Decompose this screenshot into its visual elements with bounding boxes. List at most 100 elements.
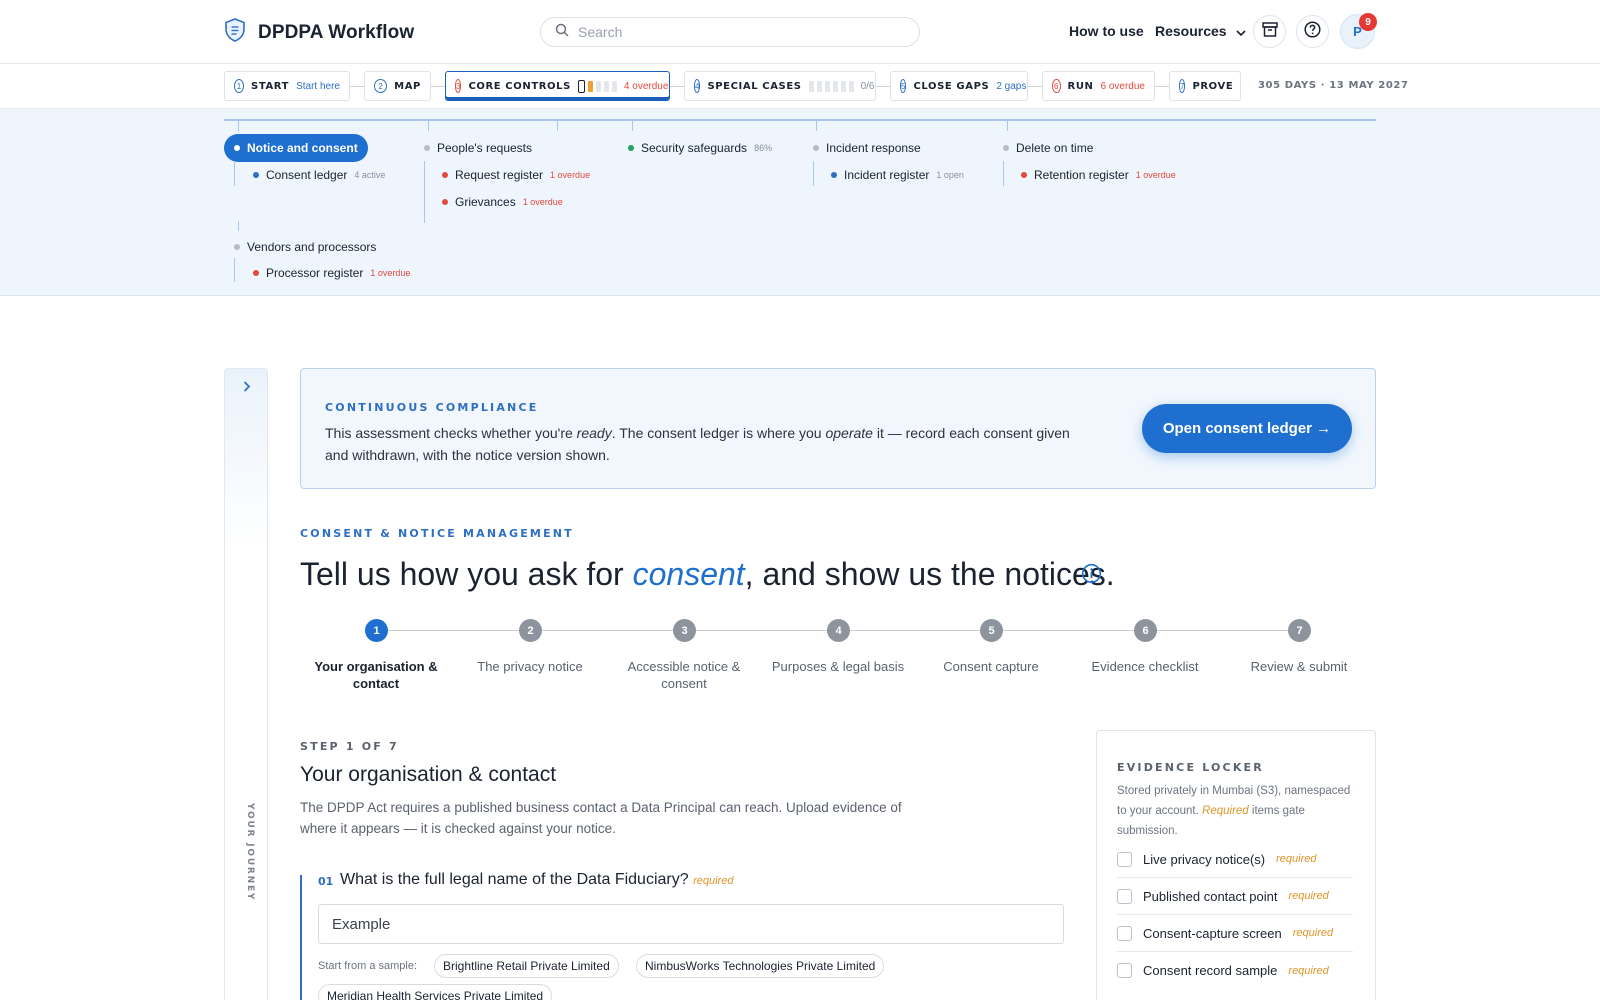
step-1-label[interactable]: Your organisation & contact xyxy=(306,658,446,692)
step-2-label[interactable]: The privacy notice xyxy=(460,658,600,675)
stage-prove[interactable]: 7 PROVE xyxy=(1169,71,1241,101)
stage-special-cases[interactable]: 4 SPECIAL CASES 0/6 xyxy=(684,71,876,101)
evidence-checkbox[interactable] xyxy=(1117,888,1132,904)
stage-name: START xyxy=(251,80,290,92)
step-6-label[interactable]: Evidence checklist xyxy=(1075,658,1215,675)
evidence-label: Published contact point xyxy=(1143,888,1278,904)
app-title: DPDPA Workflow xyxy=(258,21,415,43)
locker-description: Stored privately in Mumbai (S3), namespa… xyxy=(1117,781,1362,841)
stage-status: 2 gaps xyxy=(996,80,1027,92)
step-4-dot[interactable]: 4 xyxy=(827,619,850,642)
question-text: What is the full legal name of the Data … xyxy=(340,871,689,888)
step-eyebrow: STEP 1 OF 7 xyxy=(300,740,399,753)
locker-eyebrow: EVIDENCE LOCKER xyxy=(1117,761,1264,774)
search-input[interactable] xyxy=(578,24,898,40)
node-dot xyxy=(234,244,240,250)
callout-text: This assessment checks whether you're re… xyxy=(325,422,1085,466)
help-button[interactable] xyxy=(1296,15,1329,48)
stage-name: MAP xyxy=(394,80,421,92)
sample-chip[interactable]: Brightline Retail Private Limited xyxy=(434,954,619,978)
evidence-label: Consent record sample xyxy=(1143,963,1278,978)
journey-sidebar xyxy=(224,368,268,1000)
step-connector xyxy=(850,630,980,631)
step-6-dot[interactable]: 6 xyxy=(1134,619,1157,642)
step-7-dot[interactable]: 7 xyxy=(1288,619,1311,642)
stage-connector xyxy=(431,86,445,87)
journey-node-security[interactable]: Security safeguards 86% xyxy=(628,141,772,155)
node-label: People's requests xyxy=(437,141,533,155)
stage-close-gaps[interactable]: 5 CLOSE GAPS 2 gaps xyxy=(890,71,1028,101)
page-title: Tell us how you ask for consent, and sho… xyxy=(300,556,1115,593)
sub-note: 1 overdue xyxy=(550,170,591,180)
evidence-item[interactable]: Published contact point required xyxy=(1117,878,1353,915)
step-3-dot[interactable]: 3 xyxy=(673,619,696,642)
stage-connector xyxy=(876,86,890,87)
journey-sub-grievances[interactable]: Grievances 1 overdue xyxy=(442,195,563,209)
archive-button[interactable] xyxy=(1253,15,1286,48)
stage-connector xyxy=(1155,86,1169,87)
evidence-item[interactable]: Consent record sample required xyxy=(1117,952,1353,989)
sidebar-label: YOUR JOURNEY xyxy=(245,803,255,902)
evidence-item[interactable]: Live privacy notice(s) required xyxy=(1117,841,1353,878)
stage-core-controls[interactable]: 3 CORE CONTROLS 4 overdue xyxy=(445,71,670,101)
step-3-label[interactable]: Accessible notice & consent xyxy=(614,658,754,692)
legal-name-input[interactable] xyxy=(318,904,1064,944)
journey-sub-consent-ledger[interactable]: Consent ledger 4 active xyxy=(253,168,385,182)
journey-node-vendors[interactable]: Vendors and processors xyxy=(234,240,376,254)
callout-text-part: . The consent ledger is where you xyxy=(611,425,826,441)
node-dot xyxy=(813,145,819,151)
node-dot xyxy=(424,145,430,151)
step-2-dot[interactable]: 2 xyxy=(519,619,542,642)
journey-node-delete-on-time[interactable]: Delete on time xyxy=(1003,141,1093,155)
journey-tick xyxy=(816,119,817,131)
sub-label: Retention register xyxy=(1034,168,1129,182)
evidence-label: Consent-capture screen xyxy=(1143,925,1282,941)
sub-label: Processor register xyxy=(266,266,364,280)
evidence-item[interactable]: Consent-capture screen required xyxy=(1117,915,1353,952)
step-connector xyxy=(1003,630,1134,631)
step-4-label[interactable]: Purposes & legal basis xyxy=(768,658,908,675)
stage-number: 5 xyxy=(900,79,907,93)
required-tag: required xyxy=(1288,890,1329,902)
step-5-dot[interactable]: 5 xyxy=(980,619,1003,642)
sidebar-expand-button[interactable] xyxy=(238,379,256,397)
sub-label: Incident register xyxy=(844,168,930,182)
journey-node-notice-consent[interactable]: Notice and consent xyxy=(224,134,368,162)
stage-start[interactable]: 1 START Start here xyxy=(224,71,350,101)
evidence-checkbox[interactable] xyxy=(1117,963,1132,978)
sub-dot xyxy=(253,172,259,178)
step-5-label[interactable]: Consent capture xyxy=(921,658,1061,675)
open-consent-ledger-button[interactable]: Open consent ledger → xyxy=(1142,404,1352,453)
evidence-checkbox[interactable] xyxy=(1117,851,1132,867)
stage-status: 6 overdue xyxy=(1100,80,1145,92)
resources-menu[interactable]: Resources xyxy=(1155,23,1247,40)
brand[interactable]: DPDPA Workflow xyxy=(224,18,414,47)
evidence-checkbox[interactable] xyxy=(1117,925,1132,941)
stage-connector xyxy=(670,86,684,87)
journey-node-incident-response[interactable]: Incident response xyxy=(813,141,921,155)
sample-chip[interactable]: Meridian Health Services Private Limited xyxy=(318,984,553,1000)
step-7-label[interactable]: Review & submit xyxy=(1229,658,1369,675)
journey-sub-retention-register[interactable]: Retention register 1 overdue xyxy=(1021,168,1176,182)
sub-label: Grievances xyxy=(455,195,516,209)
archive-icon xyxy=(1261,21,1278,42)
journey-node-peoples-requests[interactable]: People's requests xyxy=(424,141,532,155)
info-icon[interactable] xyxy=(1081,563,1102,584)
how-to-use-link[interactable]: How to use xyxy=(1069,23,1144,39)
journey-sub-incident-register[interactable]: Incident register 1 open xyxy=(831,168,964,182)
step-1-dot[interactable]: 1 xyxy=(365,619,388,642)
stage-connector xyxy=(350,86,364,87)
sub-connector xyxy=(234,161,235,186)
journey-sub-request-register[interactable]: Request register 1 overdue xyxy=(442,168,590,182)
search-box[interactable] xyxy=(540,17,920,47)
callout-text-emphasis: operate xyxy=(825,425,873,441)
journey-sub-processor-register[interactable]: Processor register 1 overdue xyxy=(253,266,410,280)
stage-run[interactable]: 6 RUN 6 overdue xyxy=(1042,71,1155,101)
journey-track xyxy=(224,119,1376,121)
stage-name: SPECIAL CASES xyxy=(707,80,802,92)
stage-name: PROVE xyxy=(1192,80,1234,92)
sample-chip[interactable]: NimbusWorks Technologies Private Limited xyxy=(636,954,885,978)
required-tag: required xyxy=(1288,964,1329,977)
stage-map[interactable]: 2 MAP xyxy=(364,71,431,101)
node-dot xyxy=(234,145,240,151)
